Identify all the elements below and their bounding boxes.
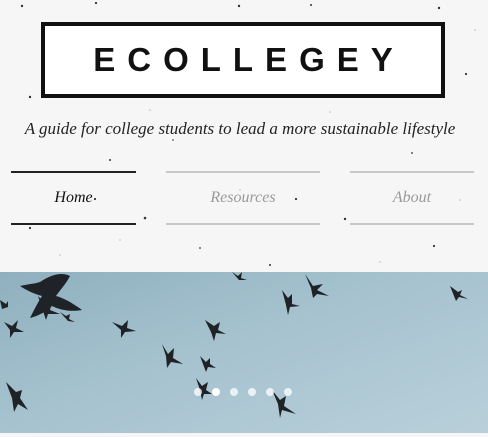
nav-about[interactable]: About xyxy=(350,171,474,225)
slider-dot[interactable] xyxy=(194,388,202,396)
page: ECOLLEGEY A guide for college students t… xyxy=(0,0,488,437)
nav-home[interactable]: Home xyxy=(11,171,136,225)
nav-home-label: Home xyxy=(54,189,93,206)
site-logo: ECOLLEGEY xyxy=(93,41,405,78)
slider-dots xyxy=(194,388,292,396)
nav-about-label: About xyxy=(392,189,432,206)
nav-resources-label: Resources xyxy=(210,189,276,206)
slider-dot[interactable] xyxy=(266,388,274,396)
nav-resources[interactable]: Resources xyxy=(166,171,320,225)
slider-dot[interactable] xyxy=(248,388,256,396)
slider-dot[interactable] xyxy=(230,388,238,396)
birds-in-sky-image xyxy=(0,272,468,418)
slider-dot[interactable] xyxy=(284,388,292,396)
site-tagline: A guide for college students to lead a m… xyxy=(24,119,456,138)
slider-dot-active[interactable] xyxy=(212,388,220,396)
bottom-strip xyxy=(0,433,488,437)
logo-box[interactable]: ECOLLEGEY xyxy=(41,22,445,98)
hero-image-slider[interactable] xyxy=(0,272,488,437)
